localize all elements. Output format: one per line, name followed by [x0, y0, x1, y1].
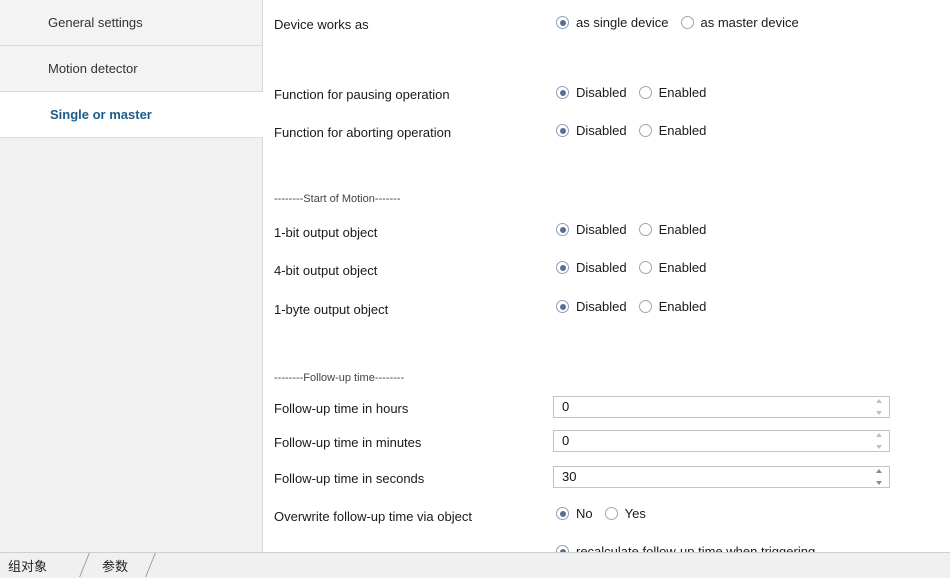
decrement-arrow-icon[interactable]	[875, 481, 882, 485]
radio-unselected[interactable]	[638, 124, 652, 137]
pausing-disabled-option[interactable]: Disabled	[556, 85, 627, 100]
sidebar: General settings Motion detector Single …	[0, 0, 263, 552]
option-label: as master device	[700, 15, 799, 30]
tab-separator	[145, 553, 156, 577]
followup-hours-stepper[interactable]: 0	[553, 396, 890, 418]
radio-selected[interactable]	[556, 507, 569, 520]
option-label: as single device	[576, 15, 669, 30]
option-label: Disabled	[576, 299, 627, 314]
overwrite-followup-options: No Yes	[556, 506, 658, 521]
parameter-panel: Device works as as single device as mast…	[263, 0, 950, 552]
radio-selected[interactable]	[556, 300, 569, 313]
bit1-output-label: 1-bit output object	[274, 225, 378, 240]
aborting-disabled-option[interactable]: Disabled	[556, 123, 627, 138]
option-label: Disabled	[576, 222, 627, 237]
option-label: Enabled	[658, 299, 707, 314]
tab-group-objects[interactable]: 组对象	[8, 556, 47, 575]
stepper-arrows[interactable]	[874, 399, 883, 415]
followup-hours-label: Follow-up time in hours	[274, 401, 409, 416]
aborting-function-options: Disabled Enabled	[556, 123, 718, 138]
option-label: Disabled	[576, 260, 627, 275]
followup-minutes-label: Follow-up time in minutes	[274, 435, 422, 450]
overwrite-followup-label: Overwrite follow-up time via object	[274, 509, 472, 524]
increment-arrow-icon[interactable]	[875, 469, 882, 473]
sidebar-item-general-settings[interactable]: General settings	[0, 0, 262, 46]
option-label: recalculate follow-up time when triggeri…	[576, 544, 816, 552]
stepper-arrows[interactable]	[874, 469, 883, 485]
radio-unselected[interactable]	[604, 507, 618, 520]
aborting-enabled-option[interactable]: Enabled	[638, 123, 707, 138]
byte1-enabled-option[interactable]: Enabled	[638, 299, 707, 314]
radio-selected[interactable]	[556, 124, 569, 137]
radio-selected[interactable]	[556, 16, 569, 29]
tab-parameters[interactable]: 参数	[102, 556, 128, 575]
recalc-options: recalculate follow-up time when triggeri…	[556, 544, 827, 552]
followup-seconds-stepper[interactable]: 30	[553, 466, 890, 488]
radio-selected[interactable]	[556, 86, 569, 99]
radio-unselected[interactable]	[638, 300, 652, 313]
tab-separator	[79, 553, 90, 577]
option-label: Enabled	[658, 123, 707, 138]
option-label: Disabled	[576, 85, 627, 100]
decrement-arrow-icon[interactable]	[875, 445, 882, 449]
bottom-tab-bar: 组对象 参数	[0, 552, 950, 578]
recalc-option[interactable]: recalculate follow-up time when triggeri…	[556, 544, 815, 552]
option-label: Enabled	[658, 260, 707, 275]
aborting-function-label: Function for aborting operation	[274, 125, 452, 140]
device-works-as-options: as single device as master device	[556, 15, 811, 30]
device-works-as-single-option[interactable]: as single device	[556, 15, 669, 30]
pausing-enabled-option[interactable]: Enabled	[638, 85, 707, 100]
radio-selected[interactable]	[556, 545, 569, 552]
increment-arrow-icon[interactable]	[875, 399, 882, 403]
byte1-output-label: 1-byte output object	[274, 302, 389, 317]
sidebar-item-single-or-master[interactable]: Single or master	[0, 92, 263, 138]
pausing-function-label: Function for pausing operation	[274, 87, 450, 102]
option-label: Enabled	[658, 85, 707, 100]
bit1-enabled-option[interactable]: Enabled	[638, 222, 707, 237]
followup-minutes-value[interactable]: 0	[562, 431, 569, 451]
radio-unselected[interactable]	[680, 16, 694, 29]
bit1-output-options: Disabled Enabled	[556, 222, 718, 237]
bit4-disabled-option[interactable]: Disabled	[556, 260, 627, 275]
device-works-as-label: Device works as	[274, 17, 369, 32]
byte1-disabled-option[interactable]: Disabled	[556, 299, 627, 314]
radio-selected[interactable]	[556, 223, 569, 236]
option-label: Yes	[624, 506, 646, 521]
option-label: Disabled	[576, 123, 627, 138]
option-label: Enabled	[658, 222, 707, 237]
section-follow-up-time: --------Follow-up time--------	[274, 372, 405, 384]
radio-unselected[interactable]	[638, 223, 652, 236]
radio-selected[interactable]	[556, 261, 569, 274]
bit4-output-options: Disabled Enabled	[556, 260, 718, 275]
section-start-of-motion: --------Start of Motion-------	[274, 193, 401, 205]
radio-unselected[interactable]	[638, 86, 652, 99]
pausing-function-options: Disabled Enabled	[556, 85, 718, 100]
byte1-output-options: Disabled Enabled	[556, 299, 718, 314]
followup-minutes-stepper[interactable]: 0	[553, 430, 890, 452]
bit4-output-label: 4-bit output object	[274, 263, 378, 278]
followup-hours-value[interactable]: 0	[562, 397, 569, 417]
bit1-disabled-option[interactable]: Disabled	[556, 222, 627, 237]
overwrite-no-option[interactable]: No	[556, 506, 593, 521]
option-label: No	[576, 506, 593, 521]
decrement-arrow-icon[interactable]	[875, 411, 882, 415]
stepper-arrows[interactable]	[874, 433, 883, 449]
followup-seconds-value[interactable]: 30	[562, 467, 576, 487]
increment-arrow-icon[interactable]	[875, 433, 882, 437]
overwrite-yes-option[interactable]: Yes	[604, 506, 646, 521]
sidebar-item-motion-detector[interactable]: Motion detector	[0, 46, 262, 92]
bit4-enabled-option[interactable]: Enabled	[638, 260, 707, 275]
followup-seconds-label: Follow-up time in seconds	[274, 471, 425, 486]
device-works-as-master-option[interactable]: as master device	[680, 15, 799, 30]
radio-unselected[interactable]	[638, 261, 652, 274]
